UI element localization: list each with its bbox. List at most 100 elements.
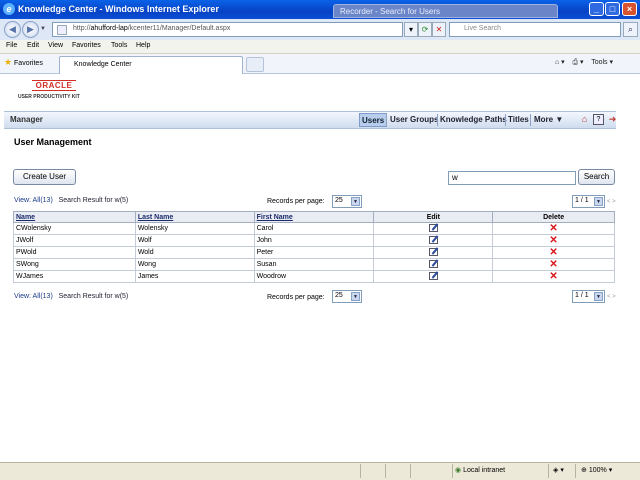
help-icon[interactable]: ? xyxy=(593,114,604,125)
status-separator xyxy=(385,464,386,478)
delete-icon[interactable]: ✕ xyxy=(549,271,557,282)
cell-delete: ✕ xyxy=(492,222,615,235)
edit-icon[interactable] xyxy=(428,271,438,280)
page-nav-arrows[interactable]: < > xyxy=(607,294,616,300)
table-row: CWolensky Wolensky Carol ✕ xyxy=(13,222,615,235)
records-per-page-select[interactable]: 25 ▼ xyxy=(332,290,362,303)
tools-dropdown-icon[interactable]: ▾ xyxy=(609,59,613,66)
favorites-button[interactable]: ★ Favorites xyxy=(4,57,43,68)
cell-name: SWong xyxy=(13,258,136,271)
cell-first-name: Susan xyxy=(253,258,375,271)
security-zone[interactable]: ◉ Local intranet xyxy=(455,466,505,474)
menu-favorites[interactable]: Favorites xyxy=(72,42,101,49)
home-icon[interactable]: ⌂ xyxy=(579,114,590,125)
zoom-value: 100% xyxy=(588,467,607,474)
col-name[interactable]: Name xyxy=(13,211,136,223)
nav-separator xyxy=(530,114,531,126)
delete-icon[interactable]: ✕ xyxy=(549,259,557,270)
new-tab-button[interactable] xyxy=(246,57,264,72)
col-last-name[interactable]: Last Name xyxy=(134,211,255,223)
maximize-button[interactable]: □ xyxy=(605,2,620,16)
cell-last-name: James xyxy=(134,270,255,283)
page-select-value: 1 / 1 xyxy=(575,197,589,204)
cell-edit xyxy=(373,222,494,235)
command-bar: ⌂ ▾ ⎙ ▾ Tools ▾ xyxy=(555,58,613,67)
nav-knowledge-paths[interactable]: Knowledge Paths xyxy=(438,113,509,127)
delete-icon[interactable]: ✕ xyxy=(549,235,557,246)
forward-button[interactable]: ▶ xyxy=(22,21,39,38)
page-select-value: 1 / 1 xyxy=(575,292,589,299)
menu-help[interactable]: Help xyxy=(136,42,150,49)
cell-last-name: Wolensky xyxy=(134,222,255,235)
table-row: WJames James Woodrow ✕ xyxy=(13,270,615,283)
nav-titles[interactable]: Titles xyxy=(506,113,531,127)
search-button[interactable]: Search xyxy=(578,169,615,185)
refresh-icon[interactable]: ⟳ xyxy=(418,22,432,37)
live-search-input[interactable]: Live Search xyxy=(449,22,621,37)
edit-icon[interactable] xyxy=(428,247,438,256)
menu-view[interactable]: View xyxy=(48,42,63,49)
cell-edit xyxy=(373,246,494,259)
edit-icon[interactable] xyxy=(428,235,438,244)
nav-more[interactable]: More ▼ xyxy=(532,113,565,127)
menu-tools[interactable]: Tools xyxy=(111,42,127,49)
menu-edit[interactable]: Edit xyxy=(27,42,39,49)
cell-edit xyxy=(373,234,494,247)
page-select[interactable]: 1 / 1 ▼ xyxy=(572,195,605,208)
menu-file[interactable]: File xyxy=(6,42,17,49)
table-row: SWong Wong Susan ✕ xyxy=(13,258,615,271)
print-icon[interactable]: ⎙ ▾ xyxy=(572,59,583,66)
page-nav-arrows[interactable]: < > xyxy=(607,199,616,205)
cell-last-name: Wolf xyxy=(134,234,255,247)
status-separator xyxy=(548,464,549,478)
protected-mode-icon[interactable]: ◈ ▾ xyxy=(553,466,564,474)
edit-icon[interactable] xyxy=(428,259,438,268)
status-separator xyxy=(360,464,361,478)
tab-knowledge-center[interactable]: Knowledge Center xyxy=(59,56,243,74)
result-summary-bottom: View: All(13) Search Result for w(5) xyxy=(14,293,128,300)
close-window-button[interactable]: × xyxy=(622,2,637,16)
view-all-link[interactable]: View: All(13) xyxy=(14,293,53,300)
cell-edit xyxy=(373,258,494,271)
status-separator xyxy=(575,464,576,478)
zone-label: Local intranet xyxy=(463,467,506,474)
live-search-icon[interactable]: ⌕ xyxy=(623,22,638,37)
table-row: PWold Wold Peter ✕ xyxy=(13,246,615,259)
create-user-button[interactable]: Create User xyxy=(13,169,76,185)
nav-user-groups[interactable]: User Groups xyxy=(388,113,440,127)
logout-icon[interactable]: ➜ xyxy=(607,114,618,125)
tools-menu[interactable]: Tools xyxy=(591,59,607,66)
globe-icon: ◉ xyxy=(455,467,462,474)
nav-users[interactable]: Users xyxy=(359,113,388,127)
back-button[interactable]: ◀ xyxy=(4,21,21,38)
cell-name: PWold xyxy=(13,246,136,259)
history-dropdown-icon[interactable]: ▼ xyxy=(40,26,46,32)
delete-icon[interactable]: ✕ xyxy=(549,247,557,258)
cell-first-name: Peter xyxy=(253,246,375,259)
stop-icon[interactable]: ✕ xyxy=(432,22,446,37)
url-host: ahufford-lap xyxy=(90,25,128,32)
records-per-page-select[interactable]: 25 ▼ xyxy=(332,195,362,208)
col-delete: Delete xyxy=(492,211,615,223)
address-dropdown-icon[interactable]: ▾ xyxy=(404,22,418,37)
address-input[interactable]: http://ahufford-lap/kcenter11/Manager/De… xyxy=(52,22,403,37)
home-icon[interactable]: ⌂ ▾ xyxy=(555,59,565,66)
table-row: JWolf Wolf John ✕ xyxy=(13,234,615,247)
view-all-link[interactable]: View: All(13) xyxy=(14,197,53,204)
url-prefix: http:// xyxy=(73,25,91,32)
records-per-page-label: Records per page: xyxy=(267,294,325,301)
edit-icon[interactable] xyxy=(428,223,438,232)
minimize-button[interactable]: _ xyxy=(589,2,604,16)
page-icon xyxy=(57,25,67,35)
col-first-name[interactable]: First Name xyxy=(253,211,375,223)
delete-icon[interactable]: ✕ xyxy=(549,223,557,234)
cell-delete: ✕ xyxy=(492,270,615,283)
nav-separator xyxy=(386,114,387,126)
oracle-upk-logo: ORACLE USER PRODUCTIVITY KIT xyxy=(18,80,94,104)
search-input[interactable]: w xyxy=(448,171,576,185)
page-select[interactable]: 1 / 1 ▼ xyxy=(572,290,605,303)
zoom-control[interactable]: ⊕ 100% ▾ xyxy=(581,466,612,474)
cell-last-name: Wong xyxy=(134,258,255,271)
tab-label: Knowledge Center xyxy=(74,61,132,68)
recorder-window-title[interactable]: Recorder - Search for Users xyxy=(333,4,558,18)
